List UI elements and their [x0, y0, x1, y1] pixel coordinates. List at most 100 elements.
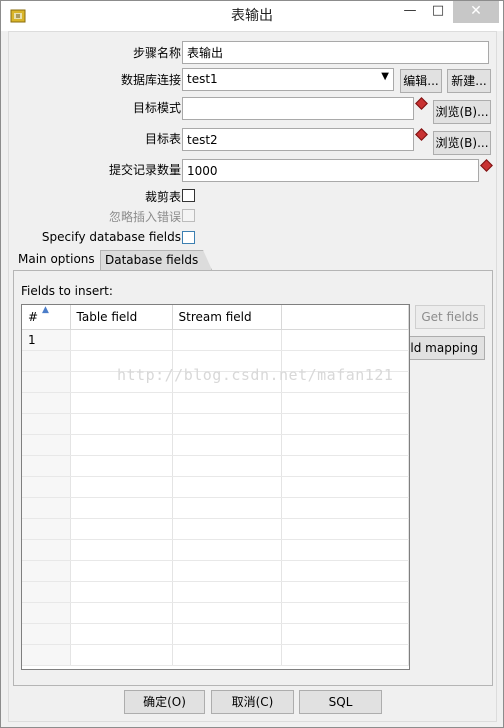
table-cell[interactable]: [172, 560, 282, 582]
ignore-errors-checkbox[interactable]: [182, 209, 195, 222]
edit-connection-button[interactable]: 编辑...: [400, 69, 442, 93]
table-cell[interactable]: [281, 497, 409, 519]
table-cell[interactable]: [172, 476, 282, 498]
table-row[interactable]: [22, 434, 409, 456]
commit-size-input[interactable]: [182, 159, 479, 182]
table-cell[interactable]: [281, 539, 409, 561]
table-cell[interactable]: [281, 434, 409, 456]
row-number-cell[interactable]: [22, 602, 71, 624]
row-number-cell[interactable]: [22, 455, 71, 477]
new-connection-button[interactable]: 新建...: [447, 69, 491, 93]
table-row[interactable]: [22, 413, 409, 435]
target-schema-input[interactable]: [182, 97, 414, 120]
row-number-cell[interactable]: [22, 581, 71, 603]
table-cell[interactable]: [281, 392, 409, 414]
get-fields-button[interactable]: Get fields: [415, 305, 485, 329]
table-cell[interactable]: [172, 413, 282, 435]
table-cell[interactable]: [281, 623, 409, 645]
table-cell[interactable]: [172, 581, 282, 603]
target-table-input[interactable]: [182, 128, 414, 151]
minimize-icon[interactable]: —: [397, 1, 423, 23]
sql-button[interactable]: SQL: [299, 690, 382, 714]
table-cell[interactable]: [70, 623, 173, 645]
table-cell[interactable]: [70, 413, 173, 435]
table-cell[interactable]: [172, 329, 282, 351]
table-cell[interactable]: [281, 476, 409, 498]
table-cell[interactable]: [70, 434, 173, 456]
table-row[interactable]: [22, 602, 409, 624]
tab-database-fields[interactable]: Database fields: [100, 250, 212, 270]
column-header-stream-field[interactable]: Stream field: [172, 305, 282, 330]
table-cell[interactable]: [172, 455, 282, 477]
close-icon[interactable]: ✕: [453, 1, 499, 23]
maximize-icon[interactable]: □: [425, 1, 451, 23]
table-cell[interactable]: [70, 476, 173, 498]
table-row[interactable]: 1: [22, 329, 409, 351]
fields-table[interactable]: # ▲ Table field Stream field 1: [21, 304, 410, 670]
table-cell[interactable]: [70, 518, 173, 540]
row-number-cell[interactable]: [22, 371, 71, 393]
table-cell[interactable]: [281, 329, 409, 351]
table-cell[interactable]: [172, 623, 282, 645]
table-row[interactable]: [22, 455, 409, 477]
table-row[interactable]: [22, 644, 409, 666]
row-number-cell[interactable]: 1: [22, 329, 71, 351]
browse-table-button[interactable]: 浏览(B)...: [433, 131, 491, 155]
table-cell[interactable]: [281, 581, 409, 603]
row-number-cell[interactable]: [22, 560, 71, 582]
table-row[interactable]: [22, 518, 409, 540]
row-number-cell[interactable]: [22, 392, 71, 414]
table-cell[interactable]: [281, 455, 409, 477]
table-cell[interactable]: [172, 518, 282, 540]
table-cell[interactable]: [281, 518, 409, 540]
row-number-cell[interactable]: [22, 434, 71, 456]
row-number-cell[interactable]: [22, 518, 71, 540]
row-number-cell[interactable]: [22, 644, 71, 666]
row-number-cell[interactable]: [22, 413, 71, 435]
truncate-table-checkbox[interactable]: [182, 189, 195, 202]
table-cell[interactable]: [70, 455, 173, 477]
table-cell[interactable]: [70, 644, 173, 666]
specify-fields-checkbox[interactable]: [182, 231, 195, 244]
table-row[interactable]: [22, 392, 409, 414]
row-number-cell[interactable]: [22, 476, 71, 498]
table-cell[interactable]: [70, 581, 173, 603]
table-row[interactable]: [22, 497, 409, 519]
table-cell[interactable]: [172, 392, 282, 414]
table-row[interactable]: [22, 560, 409, 582]
table-row[interactable]: [22, 476, 409, 498]
table-cell[interactable]: [172, 644, 282, 666]
table-cell[interactable]: [281, 413, 409, 435]
table-row[interactable]: [22, 581, 409, 603]
table-cell[interactable]: [172, 497, 282, 519]
table-cell[interactable]: [281, 644, 409, 666]
db-connection-label: 数据库连接: [120, 73, 181, 87]
table-cell[interactable]: [70, 392, 173, 414]
table-cell[interactable]: [281, 560, 409, 582]
tab-main-options[interactable]: Main options: [14, 250, 99, 270]
table-cell[interactable]: [172, 602, 282, 624]
chevron-down-icon[interactable]: ▼: [381, 71, 389, 82]
table-row[interactable]: [22, 539, 409, 561]
column-header-number[interactable]: # ▲: [22, 305, 71, 330]
db-connection-select[interactable]: test1 ▼: [182, 68, 394, 91]
table-cell[interactable]: [281, 602, 409, 624]
table-row[interactable]: [22, 623, 409, 645]
step-name-input[interactable]: [182, 41, 489, 64]
row-number-cell[interactable]: [22, 497, 71, 519]
row-number-cell[interactable]: [22, 350, 71, 372]
row-number-cell[interactable]: [22, 623, 71, 645]
cancel-button[interactable]: 取消(C): [211, 690, 294, 714]
table-cell[interactable]: [70, 497, 173, 519]
table-cell[interactable]: [70, 539, 173, 561]
column-header-table-field[interactable]: Table field: [70, 305, 173, 330]
table-cell[interactable]: [70, 329, 173, 351]
browse-schema-button[interactable]: 浏览(B)...: [433, 100, 491, 124]
table-cell[interactable]: [70, 602, 173, 624]
enter-field-mapping-button[interactable]: eld mapping: [401, 336, 485, 360]
table-cell[interactable]: [172, 539, 282, 561]
table-cell[interactable]: [70, 560, 173, 582]
table-cell[interactable]: [172, 434, 282, 456]
ok-button[interactable]: 确定(O): [124, 690, 205, 714]
row-number-cell[interactable]: [22, 539, 71, 561]
